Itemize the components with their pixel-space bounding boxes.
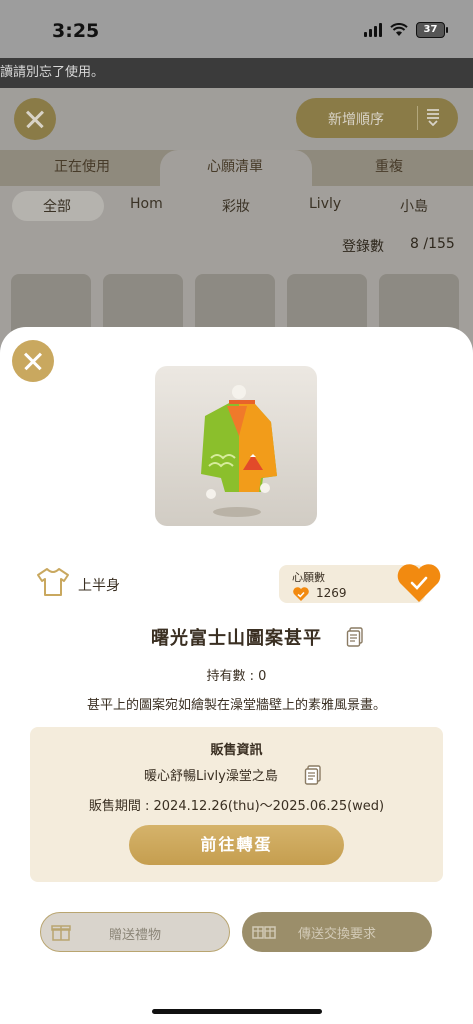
registry-label: 登錄數 <box>342 239 384 255</box>
sale-location: 暖心舒暢Livly澡堂之島 <box>144 769 278 784</box>
subtab-livly[interactable]: Livly <box>309 196 341 212</box>
item-image <box>155 366 317 526</box>
heart-icon <box>292 586 310 606</box>
notice-bar: 讀請別忘了使用。 <box>0 58 473 88</box>
signal-icon <box>364 23 382 37</box>
document-icon[interactable] <box>304 765 322 789</box>
sort-icon <box>426 108 440 130</box>
status-icons: 37 <box>364 22 448 38</box>
close-button[interactable] <box>12 340 54 382</box>
wish-count-value: 1269 <box>316 586 347 600</box>
wishlist-heart-button[interactable] <box>395 561 443 609</box>
tab-wishlist[interactable]: 心願清單 <box>207 156 263 176</box>
sale-period: 販售期間 : 2024.12.26(thu)～2025.06.25(wed) <box>88 799 385 814</box>
subtab-hom[interactable]: Hom <box>130 196 163 212</box>
item-description: 甚平上的圖案宛如繪製在澡堂牆壁上的素雅風景畫。 <box>86 698 386 713</box>
send-gift-button[interactable]: 贈送禮物 <box>40 912 230 952</box>
item-name: 曙光富士山圖案甚平 <box>151 628 322 649</box>
sort-label: 新增順序 <box>328 112 384 128</box>
battery-icon: 37 <box>416 22 448 38</box>
home-indicator <box>152 1009 322 1014</box>
sort-button[interactable]: 新增順序 <box>296 98 458 138</box>
subtab-island[interactable]: 小島 <box>400 196 428 216</box>
subtab-all[interactable]: 全部 <box>43 196 71 216</box>
trade-request-button[interactable]: 傳送交換要求 <box>242 912 432 952</box>
wish-count-title: 心願數 <box>292 571 325 584</box>
owned-count: 持有數 : 0 <box>206 669 267 684</box>
shirt-icon <box>36 567 70 601</box>
tab-in-use[interactable]: 正在使用 <box>54 156 110 176</box>
category-label: 上半身 <box>78 578 120 594</box>
back-close-button[interactable] <box>14 98 56 140</box>
trade-request-label: 傳送交換要求 <box>297 927 376 942</box>
subtab-makeup[interactable]: 彩妝 <box>222 196 250 216</box>
sale-info-title: 販售資訊 <box>210 743 263 758</box>
tab-duplicates[interactable]: 重複 <box>375 156 403 176</box>
document-icon[interactable] <box>346 627 364 651</box>
send-gift-label: 贈送禮物 <box>108 928 161 943</box>
go-to-gacha-button[interactable]: 前往轉蛋 <box>129 825 344 865</box>
wifi-icon <box>390 23 408 36</box>
status-time: 3:25 <box>52 20 100 42</box>
registry-count: 8 /155 <box>410 236 455 252</box>
